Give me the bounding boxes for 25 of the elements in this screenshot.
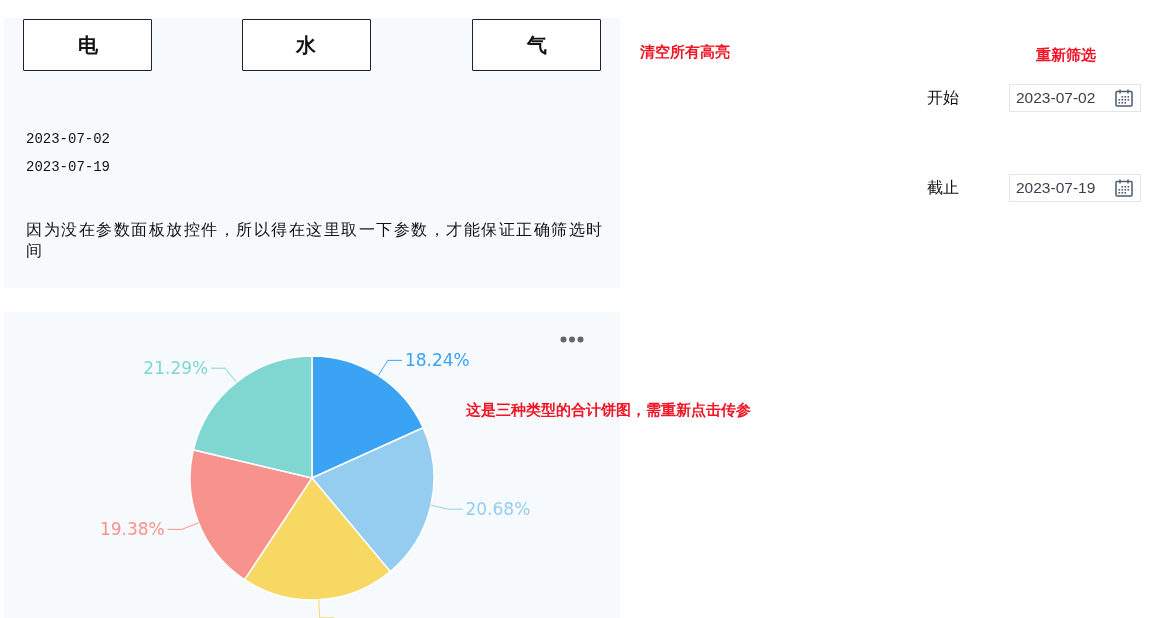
annotation-text: 这是三种类型的合计饼图，需重新点击传参 [466, 401, 751, 419]
leader-line [210, 367, 237, 383]
date-field[interactable]: 2023-07-19 [1009, 174, 1141, 202]
category-button[interactable]: 电 [23, 19, 152, 71]
parameter-date: 2023-07-19 [26, 158, 110, 177]
note-text: 因为没在参数面板放控件，所以得在这里取一下参数，才能保证正确筛选时间 [26, 220, 605, 261]
parameter-date: 2023-07-02 [26, 130, 110, 149]
calendar-icon[interactable] [1115, 89, 1133, 107]
calendar-icon[interactable] [1115, 179, 1133, 197]
category-button[interactable]: 气 [472, 19, 601, 71]
more-icon[interactable] [560, 336, 584, 343]
leader-line [377, 359, 403, 376]
leader-line [318, 599, 335, 618]
date-label: 开始 [926, 87, 959, 108]
leader-line [167, 522, 199, 530]
category-button[interactable]: 水 [241, 19, 371, 71]
date-label: 截止 [926, 177, 959, 198]
slice-label: 19.38% [99, 519, 165, 540]
slice-label: 21.29% [143, 358, 209, 379]
slice-label: 20.68% [465, 499, 531, 520]
reselect-button[interactable]: 重新筛选 [1036, 46, 1096, 64]
date-field[interactable]: 2023-07-02 [1009, 84, 1141, 112]
slice-label: 18.24% [404, 350, 470, 371]
clear-highlights-button[interactable]: 清空所有高亮 [640, 43, 730, 61]
leader-line [430, 504, 463, 510]
